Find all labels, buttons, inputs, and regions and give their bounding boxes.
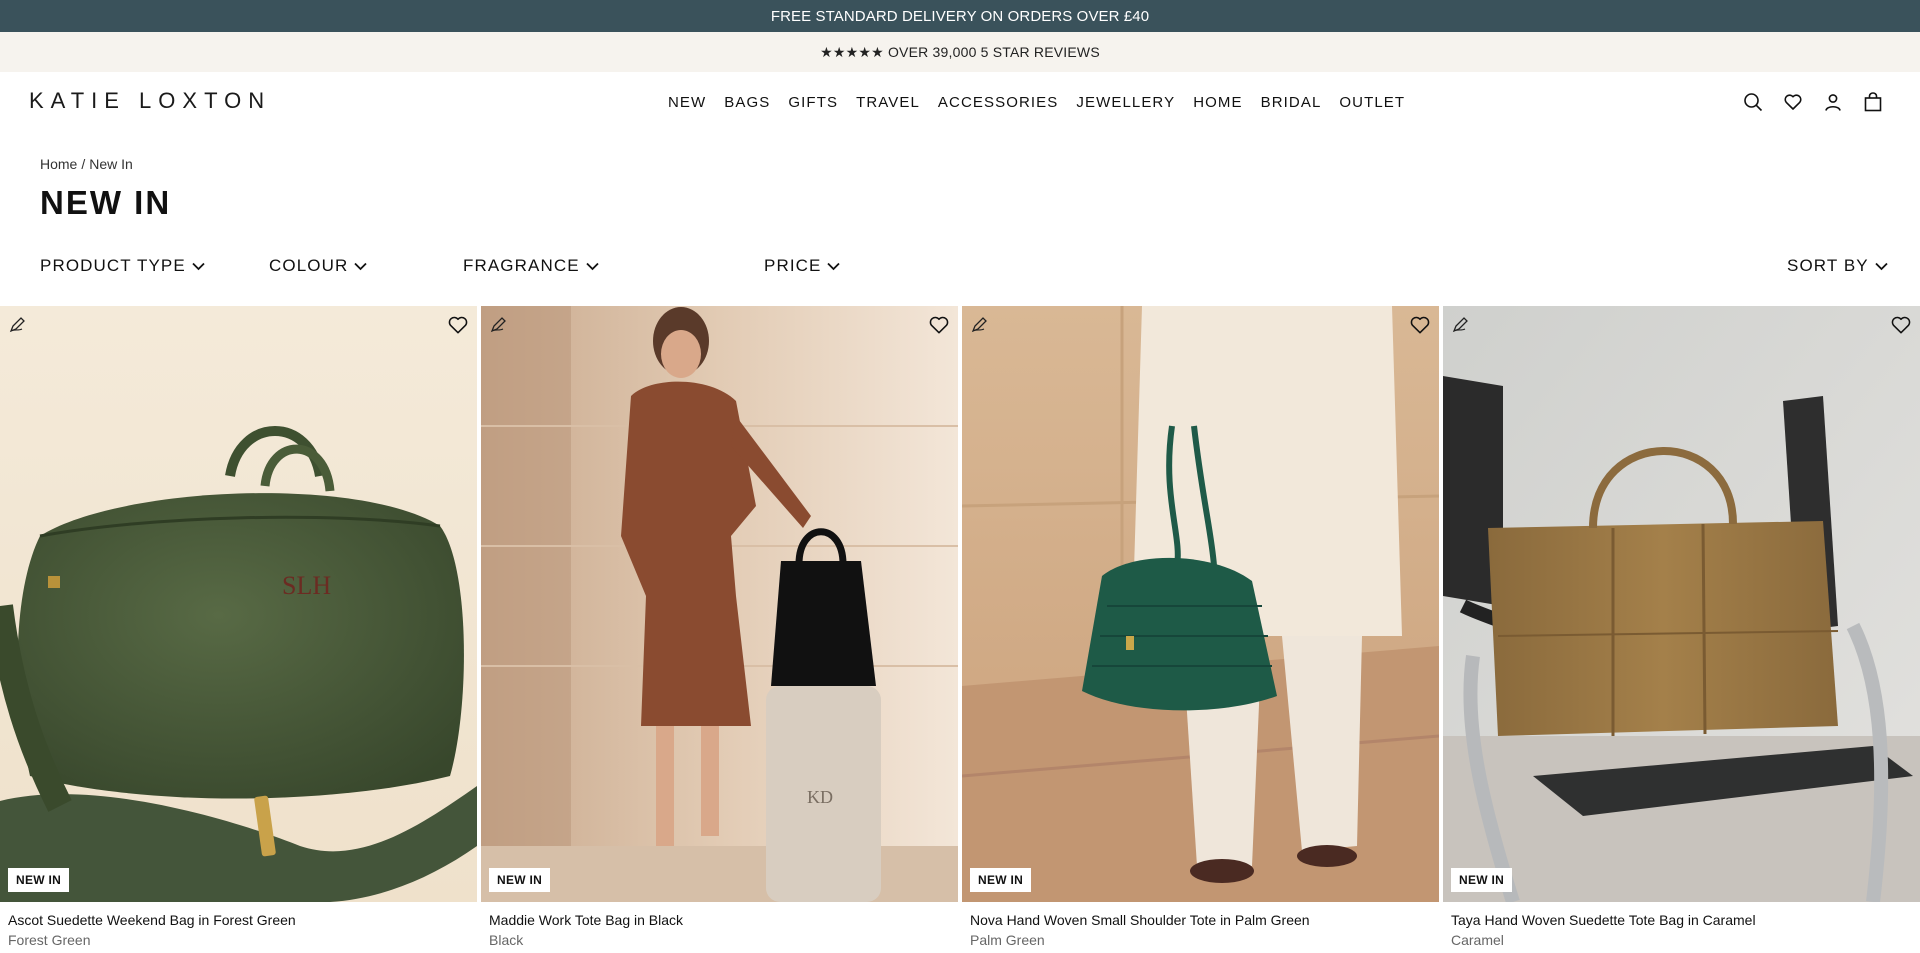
nav-item-travel[interactable]: TRAVEL	[856, 94, 920, 111]
search-icon[interactable]	[1742, 91, 1764, 113]
product-name[interactable]: Ascot Suedette Weekend Bag in Forest Gre…	[8, 912, 296, 928]
product-name[interactable]: Taya Hand Woven Suedette Tote Bag in Car…	[1451, 912, 1756, 928]
wishlist-heart-icon[interactable]	[447, 314, 469, 336]
wishlist-heart-icon[interactable]	[928, 314, 950, 336]
product-colour: Forest Green	[8, 932, 91, 948]
new-in-badge: NEW IN	[1451, 868, 1513, 892]
filter-fragrance-label: FRAGRANCE	[463, 256, 580, 275]
work-tote-photo: KD	[481, 306, 958, 902]
reviews-text: ★★★★★ OVER 39,000 5 STAR REVIEWS	[820, 43, 1100, 60]
monogram: SLH	[282, 571, 331, 600]
filter-product-type-label: PRODUCT TYPE	[40, 256, 186, 275]
brand-logo[interactable]: KATIE LOXTON	[29, 88, 271, 114]
product-image[interactable]: KD NEW IN	[481, 306, 958, 902]
chevron-down-icon	[827, 262, 841, 270]
new-in-badge: NEW IN	[489, 868, 551, 892]
nav-item-home[interactable]: HOME	[1193, 94, 1242, 111]
site-header: KATIE LOXTON NEW BAGS GIFTS TRAVEL ACCES…	[0, 72, 1920, 132]
breadcrumb-separator: /	[81, 156, 86, 172]
woven-tote-photo	[1443, 306, 1920, 902]
personalise-icon[interactable]	[489, 314, 509, 334]
nav-item-accessories[interactable]: ACCESSORIES	[938, 94, 1058, 111]
chevron-down-icon	[1875, 262, 1888, 270]
chevron-down-icon	[586, 262, 599, 270]
nav-item-jewellery[interactable]: JEWELLERY	[1076, 94, 1175, 111]
new-in-badge: NEW IN	[970, 868, 1032, 892]
product-image[interactable]: SLH NEW IN	[0, 306, 477, 902]
filter-price[interactable]: PRICE	[764, 256, 841, 276]
wishlist-heart-icon[interactable]	[1409, 314, 1431, 336]
product-colour: Palm Green	[970, 932, 1045, 948]
filter-product-type[interactable]: PRODUCT TYPE	[40, 256, 205, 276]
product-image[interactable]: NEW IN	[962, 306, 1439, 902]
filter-price-label: PRICE	[764, 256, 822, 275]
sort-by-label: SORT BY	[1787, 256, 1869, 275]
filter-fragrance[interactable]: FRAGRANCE	[463, 256, 599, 276]
personalise-icon[interactable]	[1451, 314, 1471, 334]
breadcrumb-current: New In	[89, 156, 133, 172]
main-navigation: NEW BAGS GIFTS TRAVEL ACCESSORIES JEWELL…	[668, 72, 1405, 132]
reviews-banner[interactable]: ★★★★★ OVER 39,000 5 STAR REVIEWS	[0, 32, 1920, 72]
nav-item-bridal[interactable]: BRIDAL	[1261, 94, 1322, 111]
product-colour: Caramel	[1451, 932, 1504, 948]
page-title: NEW IN	[40, 184, 172, 221]
chevron-down-icon	[192, 262, 205, 270]
filter-colour-label: COLOUR	[269, 256, 349, 275]
promo-banner[interactable]: FREE STANDARD DELIVERY ON ORDERS OVER £4…	[0, 0, 1920, 32]
monogram: KD	[807, 787, 833, 807]
account-icon[interactable]	[1822, 91, 1844, 113]
product-name[interactable]: Nova Hand Woven Small Shoulder Tote in P…	[970, 912, 1310, 928]
chevron-down-icon	[354, 262, 367, 270]
nav-item-gifts[interactable]: GIFTS	[788, 94, 838, 111]
sort-by[interactable]: SORT BY	[1787, 256, 1888, 276]
personalise-icon[interactable]	[8, 314, 28, 334]
bag-icon[interactable]	[1862, 91, 1884, 113]
nav-item-bags[interactable]: BAGS	[724, 94, 770, 111]
product-card[interactable]: KD NEW IN Maddie Work Tote Bag in Black …	[481, 306, 958, 953]
product-card[interactable]: SLH NEW IN Ascot Suedette Weekend Bag in…	[0, 306, 477, 953]
new-in-badge: NEW IN	[8, 868, 70, 892]
shoulder-tote-photo	[962, 306, 1439, 902]
promo-text: FREE STANDARD DELIVERY ON ORDERS OVER £4…	[770, 7, 1150, 25]
product-name[interactable]: Maddie Work Tote Bag in Black	[489, 912, 683, 928]
breadcrumb-home[interactable]: Home	[40, 156, 77, 172]
heart-icon[interactable]	[1782, 91, 1804, 113]
product-grid: SLH NEW IN Ascot Suedette Weekend Bag in…	[0, 306, 1920, 953]
product-image[interactable]: NEW IN	[1443, 306, 1920, 902]
nav-item-new[interactable]: NEW	[668, 94, 706, 111]
header-actions	[1742, 72, 1884, 132]
product-card[interactable]: NEW IN Taya Hand Woven Suedette Tote Bag…	[1443, 306, 1920, 953]
weekend-bag-photo: SLH	[0, 306, 477, 902]
product-colour: Black	[489, 932, 524, 948]
personalise-icon[interactable]	[970, 314, 990, 334]
product-card[interactable]: NEW IN Nova Hand Woven Small Shoulder To…	[962, 306, 1439, 953]
filter-colour[interactable]: COLOUR	[269, 256, 367, 276]
nav-item-outlet[interactable]: OUTLET	[1339, 94, 1405, 111]
breadcrumb: Home / New In	[40, 156, 133, 172]
wishlist-heart-icon[interactable]	[1890, 314, 1912, 336]
filter-bar: PRODUCT TYPE COLOUR FRAGRANCE PRICE SORT…	[0, 256, 1920, 280]
